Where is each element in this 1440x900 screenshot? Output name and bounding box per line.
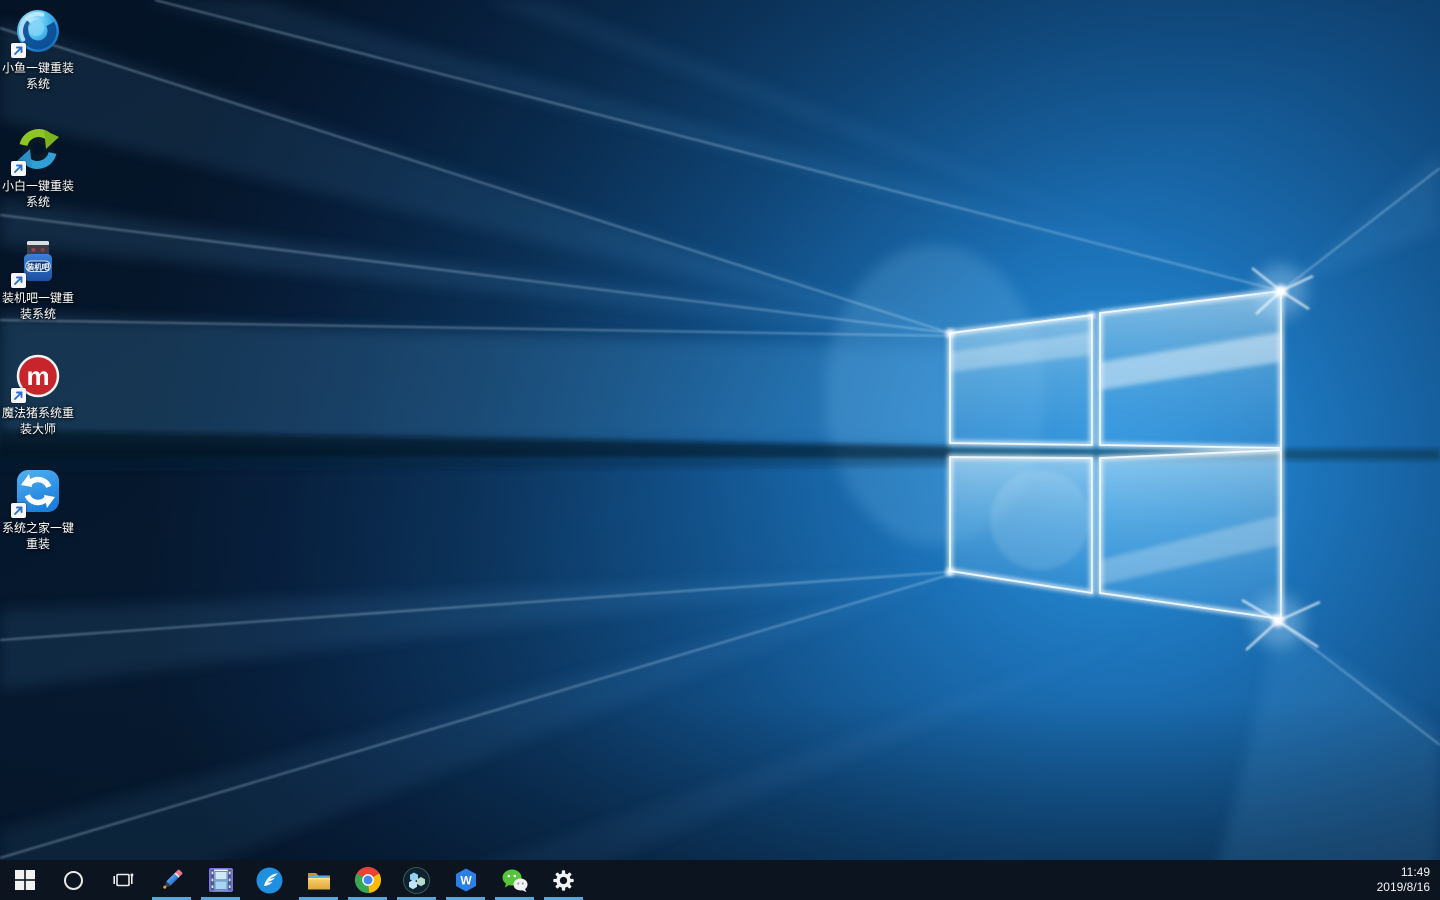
mofazhu-m-icon: m — [11, 351, 63, 403]
svg-text:m: m — [26, 361, 49, 391]
taskbar-pencil-app[interactable] — [147, 860, 196, 900]
folder-icon — [307, 873, 330, 890]
task-view-button[interactable] — [98, 860, 147, 900]
windows-hero-wallpaper — [0, 0, 1440, 900]
xiaobai-arrows-icon — [11, 124, 63, 176]
xiaoyu-swirl-icon — [11, 6, 63, 58]
desktop-icon-xitongzhijia-reinstall[interactable]: 系统之家一键 重装 — [1, 466, 75, 552]
filmstrip-icon — [208, 868, 233, 892]
taskbar-file-explorer[interactable] — [294, 860, 343, 900]
shortcut-arrow-icon — [11, 503, 26, 518]
xitongzhijia-swirl-icon — [11, 466, 63, 518]
shortcut-arrow-icon — [11, 388, 26, 403]
windows-logo-icon — [14, 870, 35, 890]
desktop-icon-label: 系统之家一键 重装 — [1, 521, 74, 551]
svg-text:装机吧: 装机吧 — [26, 261, 50, 271]
taskbar-clock[interactable]: 11:49 2019/8/16 — [1377, 865, 1440, 895]
taskbar-hexagon-globe-app[interactable] — [392, 860, 441, 900]
taskbar-chrome[interactable] — [343, 860, 392, 900]
desktop-icon-zhuangjiba-reinstall[interactable]: 装机吧 装机吧一键重 装系统 — [1, 236, 75, 322]
search-icon — [64, 870, 83, 890]
shortcut-arrow-icon — [11, 273, 26, 288]
desktop-icon-label: 小鱼一键重装 系统 — [1, 61, 74, 91]
taskbar: W 11:49 2019/8/16 — [0, 860, 1440, 900]
hexagon-globe-icon — [403, 866, 430, 894]
taskbar-wps-office[interactable]: W — [441, 860, 490, 900]
shortcut-arrow-icon — [11, 43, 26, 58]
desktop-icon-label: 小白一键重装 系统 — [1, 179, 74, 209]
shortcut-arrow-icon — [11, 161, 26, 176]
pencil-icon — [162, 869, 182, 889]
wps-hexagon-icon: W — [455, 868, 476, 892]
taskbar-settings[interactable] — [539, 860, 588, 900]
chrome-icon — [354, 867, 381, 893]
gear-icon — [553, 869, 574, 891]
desktop-icon-mofazhu-reinstall[interactable]: m 魔法猪系统重 装大师 — [1, 351, 75, 437]
wing-icon — [256, 867, 283, 893]
desktop-icon-xiaoyu-reinstall[interactable]: 小鱼一键重装 系统 — [1, 6, 75, 92]
desktop-icon-label: 装机吧一键重 装系统 — [1, 291, 74, 321]
clock-date: 2019/8/16 — [1376, 880, 1430, 894]
clock-time: 11:49 — [1400, 865, 1430, 879]
taskbar-wechat[interactable] — [490, 860, 539, 900]
svg-text:W: W — [460, 874, 472, 888]
task-view-icon — [112, 873, 133, 887]
zhuangjiba-usb-icon: 装机吧 — [11, 236, 63, 288]
taskbar-video-player[interactable] — [196, 860, 245, 900]
start-button[interactable] — [0, 860, 49, 900]
desktop-icon-xiaobai-reinstall[interactable]: 小白一键重装 系统 — [1, 124, 75, 210]
desktop-icon-label: 魔法猪系统重 装大师 — [1, 406, 74, 436]
wechat-icon — [502, 869, 527, 892]
taskbar-wing-app[interactable] — [245, 860, 294, 900]
search-button[interactable] — [49, 860, 98, 900]
